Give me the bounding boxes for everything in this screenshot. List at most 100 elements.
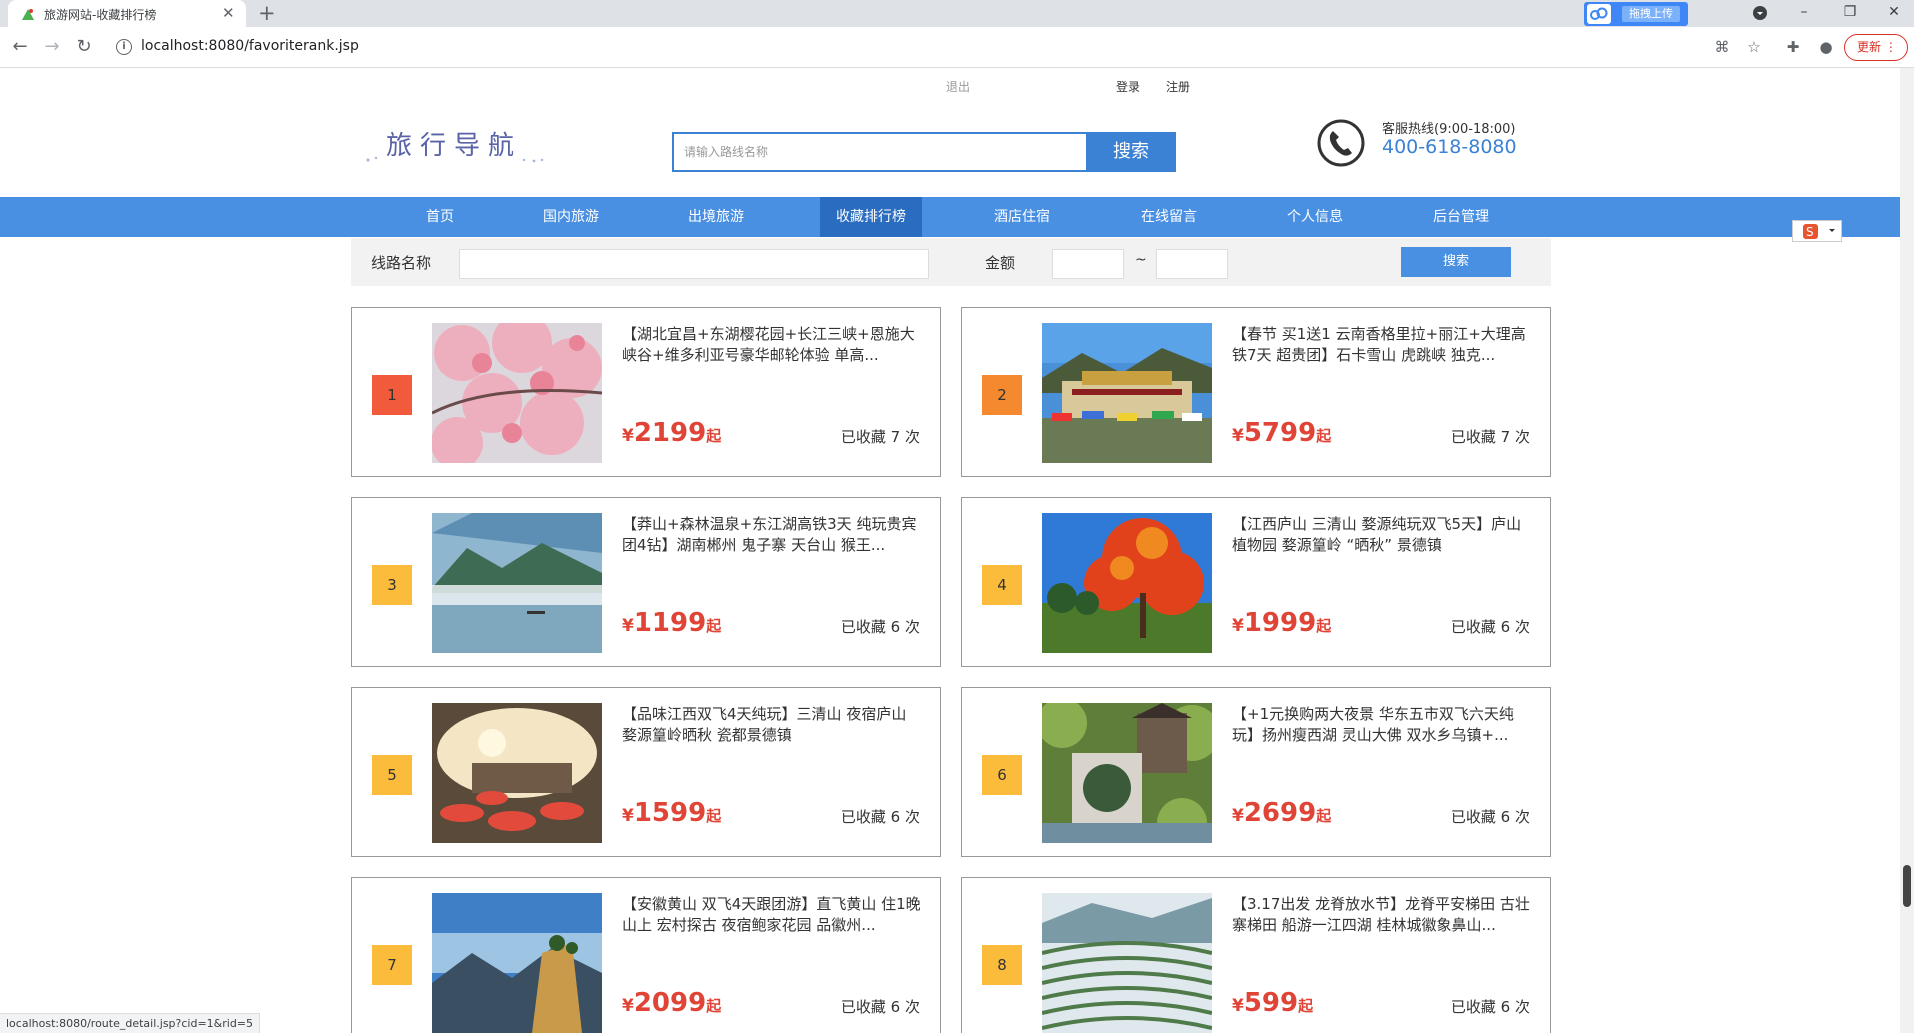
route-name-input[interactable] [459,249,929,279]
route-thumbnail[interactable] [432,893,602,1033]
route-title[interactable]: 【春节 买1送1 云南香格里拉+丽江+大理高铁7天 超贵团】石卡雪山 虎跳峡 独… [1232,324,1532,366]
route-thumbnail[interactable] [432,323,602,463]
route-thumbnail[interactable] [1042,703,1212,843]
price-suffix: 起 [706,997,722,1015]
rank-badge: 2 [982,375,1022,415]
route-thumbnail[interactable] [1042,513,1212,653]
price-currency: ¥ [622,616,634,636]
route-card[interactable]: 6 【+1元换购两大夜景 华东五市双飞六天纯玩】扬州瘦西湖 灵山大佛 双水乡乌镇… [961,687,1551,857]
route-card[interactable]: 1 【湖北宜昌+东湖樱花园+长江三峡+恩施大峡谷+维多利亚号豪华邮轮体验 单高.… [351,307,941,477]
browser-tab[interactable]: 旅游网站-收藏排行榜 ✕ [8,0,246,27]
ime-toolbar[interactable]: S [1792,220,1842,242]
scrollbar-thumb[interactable] [1903,865,1911,907]
forward-arrow-icon[interactable]: → [40,35,64,59]
nav-profile[interactable]: 个人信息 [1280,197,1350,237]
logo-graphic: 旅行导航 [366,131,544,163]
nav-domestic[interactable]: 国内旅游 [536,197,606,237]
route-title[interactable]: 【品味江西双飞4天纯玩】三清山 夜宿庐山 婺源篁岭晒秋 瓷都景德镇 [622,704,922,746]
yellow-mountain-image [432,893,602,1033]
amount-label: 金额 [985,254,1016,272]
favorite-count: 已收藏 6 次 [840,618,920,636]
hotline-label: 客服热线(9:00-18:00) [1382,122,1516,137]
profile-dropdown-icon[interactable] [1740,0,1780,27]
favorite-count: 已收藏 6 次 [1450,998,1530,1016]
nav-hotel[interactable]: 酒店住宿 [987,197,1057,237]
route-thumbnail[interactable] [1042,323,1212,463]
nav-outbound[interactable]: 出境旅游 [681,197,751,237]
filter-search-button[interactable]: 搜索 [1401,247,1511,277]
browser-window: 旅游网站-收藏排行榜 ✕ + 拖拽上传 – ❐ ✕ ← → ↻ i localh… [0,0,1914,1033]
profile-avatar-icon[interactable]: ● [1816,37,1836,57]
ime-s-icon: S [1803,224,1835,239]
bookmark-star-icon[interactable]: ☆ [1744,37,1764,57]
route-price: ¥1199起 [622,608,721,638]
route-card[interactable]: 2 【春节 买1送1 云南香格里拉+丽江+大理高铁7天 超贵团】石卡雪山 虎跳峡… [961,307,1551,477]
route-card[interactable]: 5 【品味江西双飞4天纯玩】三清山 夜宿庐山 婺源篁岭晒秋 瓷都景德镇 ¥159… [351,687,941,857]
nav-favorite-rank[interactable]: 收藏排行榜 [820,197,922,237]
register-link[interactable]: 注册 [1166,78,1190,95]
price-currency: ¥ [1232,996,1244,1016]
route-card[interactable]: 4 【江西庐山 三清山 婺源纯玩双飞5天】庐山植物园 婺源篁岭 “晒秋” 景德镇… [961,497,1551,667]
site-info-icon[interactable]: i [116,39,132,55]
price-suffix: 起 [706,427,722,445]
route-title[interactable]: 【安徽黄山 双飞4天跟团游】直飞黄山 住1晚山上 宏村探古 夜宿鲍家花园 品徽州… [622,894,922,936]
favorite-count: 已收藏 6 次 [840,998,920,1016]
route-title[interactable]: 【莽山+森林温泉+东江湖高铁3天 纯玩贵宾团4钻】湖南郴州 鬼子寨 天台山 猴王… [622,514,922,556]
svg-text:S: S [1806,225,1814,239]
min-price-input[interactable] [1052,249,1124,279]
extensions-puzzle-icon[interactable]: ✚ [1783,37,1803,57]
favorite-count: 已收藏 7 次 [840,428,920,446]
header-search-button[interactable]: 搜索 [1086,132,1176,172]
price-currency: ¥ [622,806,634,826]
rank-badge: 3 [372,565,412,605]
route-thumbnail[interactable] [432,703,602,843]
garden-moon-gate-image [1042,703,1212,843]
address-bar[interactable]: localhost:8080/favoriterank.jsp [141,38,359,54]
route-title[interactable]: 【3.17出发 龙脊放水节】龙脊平安梯田 古壮寨梯田 船游一江四湖 桂林城徽象鼻… [1232,894,1532,936]
nav-admin[interactable]: 后台管理 [1426,197,1496,237]
tab-strip: 旅游网站-收藏排行榜 ✕ + 拖拽上传 – ❐ ✕ [0,0,1914,27]
hotline-number: 400-618-8080 [1382,136,1517,158]
translate-icon[interactable]: ⌘ [1712,37,1732,57]
cloud-upload-icon [1587,4,1611,24]
price-suffix: 起 [1316,617,1332,635]
price-value: 2199 [633,418,707,448]
cherry-blossom-image [432,323,602,463]
rank-badge: 7 [372,945,412,985]
route-title[interactable]: 【+1元换购两大夜景 华东五市双飞六天纯玩】扬州瘦西湖 灵山大佛 双水乡乌镇+.… [1232,704,1532,746]
rank-badge: 6 [982,755,1022,795]
route-card[interactable]: 7 【安徽黄山 双飞4天跟团游】直飞黄山 住1晚山上 宏村探古 夜宿鲍家花园 品… [351,877,941,1033]
route-price: ¥2099起 [622,988,721,1018]
price-value: 5799 [1243,418,1317,448]
nav-home[interactable]: 首页 [411,197,469,237]
drag-upload-button[interactable]: 拖拽上传 [1584,2,1688,26]
update-label: 更新 [1857,40,1882,54]
phone-icon [1317,119,1365,167]
new-tab-icon[interactable]: + [258,1,276,25]
favorite-count: 已收藏 6 次 [840,808,920,826]
restore-icon[interactable]: ❐ [1830,0,1870,27]
route-card[interactable]: 8 【3.17出发 龙脊放水节】龙脊平安梯田 古壮寨梯田 船游一江四湖 桂林城徽… [961,877,1551,1033]
update-button[interactable]: 更新 ⋮ [1844,34,1908,61]
reload-icon[interactable]: ↻ [72,35,96,59]
route-thumbnail[interactable] [1042,893,1212,1033]
route-thumbnail[interactable] [432,513,602,653]
route-search-input[interactable]: 请输入路线名称 [672,132,1086,172]
nav-message[interactable]: 在线留言 [1134,197,1204,237]
login-link[interactable]: 登录 [1116,78,1140,95]
route-card[interactable]: 3 【莽山+森林温泉+东江湖高铁3天 纯玩贵宾团4钻】湖南郴州 鬼子寨 天台山 … [351,497,941,667]
price-currency: ¥ [1232,426,1244,446]
route-title[interactable]: 【江西庐山 三清山 婺源纯玩双飞5天】庐山植物园 婺源篁岭 “晒秋” 景德镇 [1232,514,1532,556]
travel-favicon-icon [22,9,34,20]
back-arrow-icon[interactable]: ← [8,35,32,59]
close-window-icon[interactable]: ✕ [1874,0,1914,27]
max-price-input[interactable] [1156,249,1228,279]
page-scrollbar[interactable] [1900,68,1914,1033]
logout-link[interactable]: 退出 [946,78,970,95]
site-logo[interactable]: 旅行导航 [364,120,554,168]
minimize-icon[interactable]: – [1784,0,1824,27]
misty-lake-image [432,513,602,653]
route-title[interactable]: 【湖北宜昌+东湖樱花园+长江三峡+恩施大峡谷+维多利亚号豪华邮轮体验 单高... [622,324,922,366]
price-value: 2699 [1243,798,1317,828]
tab-close-icon[interactable]: ✕ [222,4,235,22]
